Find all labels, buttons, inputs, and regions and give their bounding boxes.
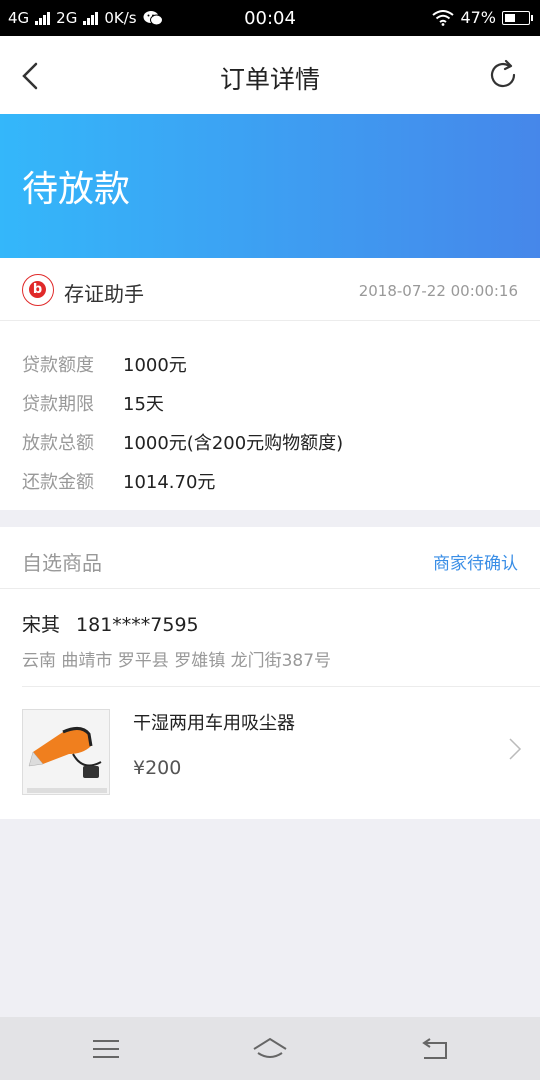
loan-label: 还款金额: [22, 471, 94, 493]
status-banner: 待放款: [0, 114, 540, 258]
loan-label: 贷款期限: [22, 393, 94, 415]
merchant-logo: b: [22, 274, 54, 306]
product-image: [22, 709, 110, 795]
loan-row: 贷款额度 1000元: [22, 344, 343, 383]
loan-value: 1014.70元: [123, 471, 216, 493]
wifi-icon: [432, 9, 455, 26]
merchant-name: 存证助手: [64, 282, 144, 306]
loan-details: 贷款额度 1000元 贷款期限 15天 放款总额 1000元(含200元购物额度…: [22, 344, 343, 500]
loan-value: 15天: [123, 393, 164, 415]
goods-card: 自选商品 商家待确认 宋其 181****7595 云南 曲靖市 罗平县 罗雄镇 …: [0, 527, 540, 819]
product-price: ¥200: [133, 757, 182, 779]
battery-percent: 47%: [460, 8, 496, 27]
battery-icon: [502, 10, 533, 25]
order-status: 待放款: [22, 169, 131, 210]
refresh-icon[interactable]: [486, 58, 520, 92]
status-bar: 4G 2G 0K/s 00:04 47%: [0, 0, 540, 36]
page-title: 订单详情: [219, 65, 320, 94]
home-icon[interactable]: [250, 1031, 290, 1067]
menu-icon[interactable]: [86, 1031, 126, 1067]
contact-phone: 181****7595: [76, 614, 199, 636]
loan-row: 贷款期限 15天: [22, 383, 343, 422]
goods-header: 自选商品 商家待确认: [0, 527, 540, 589]
status-right: 47%: [432, 8, 533, 27]
order-time: 2018-07-22 00:00:16: [358, 282, 518, 300]
loan-card: b 存证助手 2018-07-22 00:00:16 贷款额度 1000元 贷款…: [0, 258, 540, 510]
loan-value: 1000元: [123, 354, 187, 376]
loan-label: 放款总额: [22, 432, 94, 454]
back-icon[interactable]: [414, 1031, 454, 1067]
merchant-row: b 存证助手 2018-07-22 00:00:16: [0, 258, 540, 321]
contact-name: 宋其: [22, 614, 61, 636]
loan-row: 还款金额 1014.70元: [22, 461, 343, 500]
nav-bar: 订单详情: [0, 36, 540, 114]
goods-state: 商家待确认: [433, 554, 518, 574]
shipping-address: 云南 曲靖市 罗平县 罗雄镇 龙门街387号: [22, 651, 332, 671]
contact: 宋其 181****7595: [22, 610, 199, 637]
goods-title: 自选商品: [22, 551, 102, 575]
system-nav-bar: [0, 1017, 540, 1080]
product-name: 干湿两用车用吸尘器: [133, 713, 295, 734]
loan-label: 贷款额度: [22, 354, 94, 376]
chevron-right-icon: [509, 738, 522, 760]
product-item[interactable]: 干湿两用车用吸尘器 ¥200: [0, 687, 540, 819]
loan-row: 放款总额 1000元(含200元购物额度): [22, 422, 343, 461]
loan-value: 1000元(含200元购物额度): [123, 432, 344, 454]
address-block: 宋其 181****7595 云南 曲靖市 罗平县 罗雄镇 龙门街387号: [0, 589, 540, 686]
